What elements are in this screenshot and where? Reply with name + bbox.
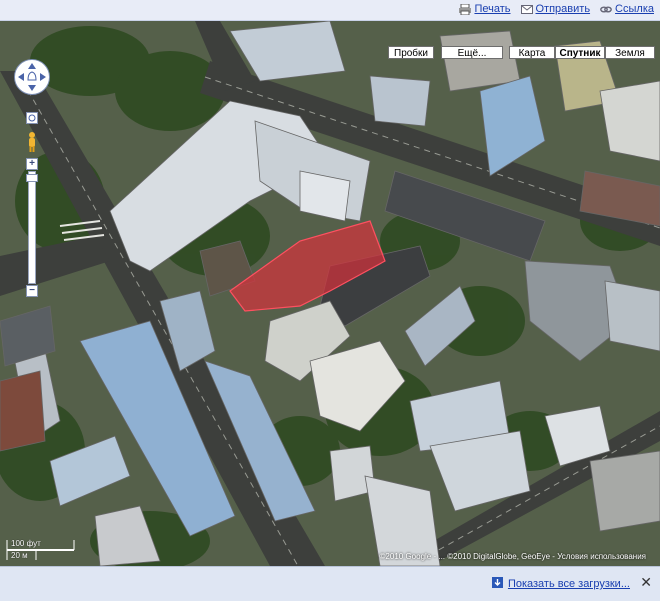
- zoom-slider-handle[interactable]: [26, 174, 38, 182]
- pan-arrows-icon: [18, 63, 46, 91]
- pegman-icon[interactable]: [26, 131, 38, 153]
- satellite-map[interactable]: Пробки Ещё... Карта Спутник Земля + − 10…: [0, 21, 660, 566]
- scale-bar: 100 фут 20 м: [6, 538, 76, 562]
- map-copyright: ©2010 Google - ... ©2010 DigitalGlobe, G…: [379, 552, 646, 561]
- more-button[interactable]: Ещё...: [441, 46, 503, 59]
- zoom-slider-track[interactable]: [28, 171, 36, 284]
- satellite-imagery: [0, 21, 660, 566]
- downloads-bar: Показать все загрузки... ✕: [0, 566, 660, 601]
- zoom-in-button[interactable]: +: [26, 158, 38, 170]
- printer-icon: [459, 3, 472, 15]
- show-all-downloads-label: Показать все загрузки...: [507, 578, 630, 590]
- send-link[interactable]: Отправить: [520, 3, 591, 15]
- circle-icon: [28, 114, 36, 122]
- map-type-earth-button[interactable]: Земля: [605, 46, 655, 59]
- close-icon[interactable]: ✕: [640, 574, 652, 591]
- map-type-satellite-button[interactable]: Спутник: [555, 46, 605, 59]
- envelope-icon: [520, 4, 533, 15]
- scale-meters-label: 20 м: [11, 551, 28, 560]
- link-label: Ссылка: [615, 3, 654, 15]
- zoom-out-button[interactable]: −: [26, 285, 38, 297]
- send-label: Отправить: [535, 3, 591, 15]
- map-type-map-button[interactable]: Карта: [509, 46, 555, 59]
- download-icon: [491, 577, 503, 591]
- pan-control[interactable]: [14, 59, 50, 95]
- link-link[interactable]: Ссылка: [600, 3, 654, 15]
- toolbar-links: Печать Отправить Ссылка: [459, 3, 654, 15]
- scale-feet-label: 100 фут: [11, 539, 41, 548]
- home-view-button[interactable]: [26, 112, 38, 124]
- print-label: Печать: [474, 3, 511, 15]
- print-link[interactable]: Печать: [459, 3, 511, 15]
- chain-link-icon: [600, 4, 612, 15]
- show-all-downloads-link[interactable]: Показать все загрузки...: [491, 577, 630, 591]
- top-toolbar: Печать Отправить Ссылка: [0, 0, 660, 21]
- traffic-button[interactable]: Пробки: [388, 46, 434, 59]
